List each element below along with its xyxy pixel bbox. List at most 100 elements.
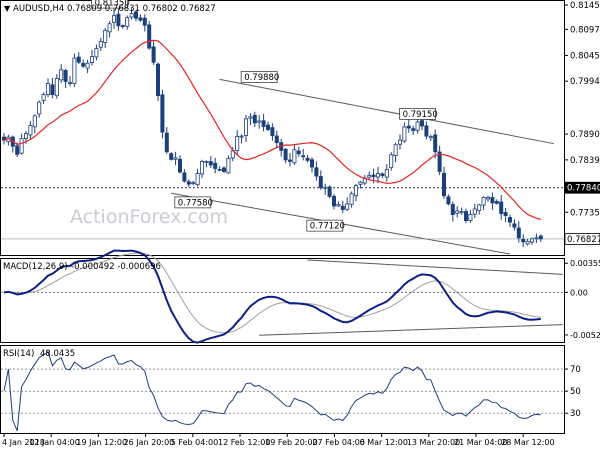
candle-body xyxy=(50,84,55,96)
candle-body xyxy=(173,157,178,160)
candle-body xyxy=(217,169,222,171)
price-tick-label: 0.78900 xyxy=(570,130,600,140)
candle-body xyxy=(76,56,81,63)
chart-canvas: ActionForex.com 0.813500.798800.775800.7… xyxy=(0,0,600,447)
candle-body xyxy=(68,82,73,84)
candle-body xyxy=(265,124,270,130)
candle-body xyxy=(525,240,530,245)
candle-body xyxy=(85,62,90,69)
candle-body xyxy=(446,196,451,205)
price-tick-label: 0.80970 xyxy=(570,25,600,35)
candle-body xyxy=(94,48,99,58)
annotation-text: 0.77580 xyxy=(178,198,213,208)
candle-body xyxy=(450,204,455,215)
candle-body xyxy=(336,204,341,207)
candle-body xyxy=(389,154,394,169)
candle-body xyxy=(402,126,407,142)
candle-body xyxy=(182,172,187,182)
candle-body xyxy=(19,138,24,154)
candle-body xyxy=(296,150,301,155)
tag-text: 0.76827 xyxy=(567,235,600,245)
candle-body xyxy=(463,211,468,222)
candle-body xyxy=(485,196,490,200)
x-tick-label: 5 Feb 04:00 xyxy=(171,438,218,447)
candle-body xyxy=(107,23,112,33)
x-tick-label: 19 Feb 20:00 xyxy=(265,438,317,447)
candle-body xyxy=(512,223,517,228)
candle-body xyxy=(318,176,323,189)
candle-body xyxy=(490,197,495,204)
candle-body xyxy=(530,238,535,243)
annotation-text: 0.79150 xyxy=(403,110,438,120)
candle-body xyxy=(270,127,275,136)
candle-body xyxy=(59,69,64,81)
candle-body xyxy=(292,149,297,164)
candle-body xyxy=(177,158,182,173)
annotation-label: 0.77580 xyxy=(174,196,213,208)
candle-body xyxy=(125,17,130,27)
candle-body xyxy=(345,203,350,210)
candle-body xyxy=(204,160,209,163)
annotation-label: 0.79880 xyxy=(240,71,279,83)
candle-body xyxy=(503,212,508,216)
candle-body xyxy=(221,167,226,172)
macd-tick-label: 0.00 xyxy=(570,288,588,297)
candle-body xyxy=(477,204,482,212)
tag-text: 0.77840 xyxy=(567,184,600,194)
candle-body xyxy=(191,182,196,185)
candle-body xyxy=(371,174,376,177)
candle-body xyxy=(239,135,244,138)
candle-body xyxy=(472,208,477,215)
candle-body xyxy=(538,235,543,240)
candle-body xyxy=(481,196,486,206)
macd-tick-label: 0.003559 xyxy=(570,259,600,268)
candle-body xyxy=(199,160,204,175)
x-tick-label: 12 Feb 12:00 xyxy=(218,438,270,447)
candle-body xyxy=(314,167,319,177)
candle-body xyxy=(147,24,152,49)
y-axes: 0.81450 0.80970 0.80455 0.79945 0.78900 0.783… xyxy=(564,1,600,419)
candle-body xyxy=(90,56,95,64)
candle-body xyxy=(169,153,174,160)
candle-body xyxy=(494,200,499,204)
candle-body xyxy=(226,157,231,174)
rsi-header-value: 48.0435 xyxy=(40,349,75,359)
price-header-arrow: ▼ xyxy=(4,4,11,13)
candle-body xyxy=(72,57,77,84)
candle-body xyxy=(63,70,68,82)
x-tick-label: 6 Mar 12:00 xyxy=(360,438,408,447)
candle-body xyxy=(367,175,372,178)
candle-body xyxy=(103,29,108,43)
x-tick-label: 26 Jan 20:00 xyxy=(124,438,175,447)
candle-body xyxy=(499,201,504,214)
candle-body xyxy=(23,133,28,140)
candle-body xyxy=(521,238,526,243)
candle-body xyxy=(186,181,191,185)
candle-body xyxy=(160,94,165,133)
candle-body xyxy=(323,186,328,189)
candle-body xyxy=(274,135,279,144)
x-tick-label: 21 Mar 04:00 xyxy=(454,438,507,447)
x-tick-label: 28 Mar 12:00 xyxy=(501,438,554,447)
candle-body xyxy=(516,227,521,239)
candle-body xyxy=(243,118,248,136)
candle-body xyxy=(120,25,125,27)
candle-body xyxy=(261,120,266,127)
candle-body xyxy=(358,181,363,185)
candle-body xyxy=(301,155,306,158)
macd-tick-label: -0.005207 xyxy=(570,331,600,340)
rsi-tick-label: 70 xyxy=(570,365,581,375)
candle-body xyxy=(327,186,332,197)
candle-body xyxy=(28,125,33,136)
macd-header-values: -0.000492 -0.000696 xyxy=(71,262,161,272)
price-tick-label: 0.80455 xyxy=(570,51,600,61)
candle-body xyxy=(419,120,424,127)
price-tick-label: 0.77355 xyxy=(570,208,600,218)
candle-body xyxy=(151,46,156,63)
price-tick-label: 0.81450 xyxy=(570,1,600,11)
candle-body xyxy=(257,120,262,123)
rsi-content xyxy=(1,351,564,432)
candle-body xyxy=(380,173,385,176)
candle-body xyxy=(129,13,134,18)
candle-body xyxy=(46,83,51,95)
